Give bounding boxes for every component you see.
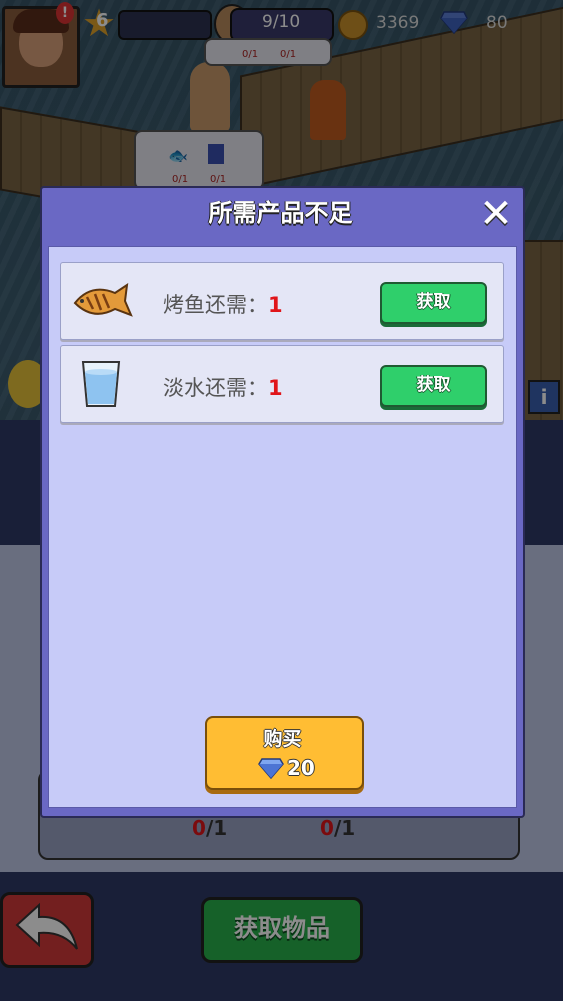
get-water-button[interactable]: 获取	[380, 365, 487, 407]
item-label: 淡水还需：	[163, 376, 268, 400]
item-required-qty: 1	[268, 376, 283, 400]
water-glass-icon	[81, 361, 121, 407]
gem-icon	[258, 758, 284, 779]
item-required-qty: 1	[268, 293, 283, 317]
grilled-fish-icon	[73, 282, 133, 317]
item-label: 烤鱼还需：	[163, 293, 268, 317]
buy-label: 购买	[263, 728, 302, 750]
required-item-row: 淡水还需：1 获取	[60, 345, 504, 423]
close-icon[interactable]: ✕	[476, 194, 516, 234]
required-item-row: 烤鱼还需：1 获取	[60, 262, 504, 340]
dialog-title: 所需产品不足	[208, 199, 353, 227]
get-fish-button[interactable]: 获取	[380, 282, 487, 324]
buy-price: 20	[287, 756, 315, 780]
